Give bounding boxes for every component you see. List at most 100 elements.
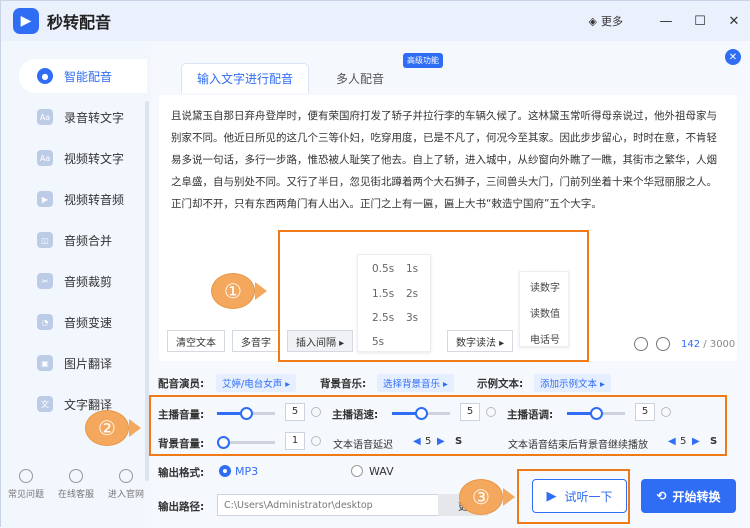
voice-label: 配音演员: [158,378,205,390]
sidebar-item-video-to-text[interactable]: Aa 视频转文字 [19,141,147,175]
sidebar-item-text-translate[interactable]: 文 文字翻译 [19,387,147,421]
text-translate-icon: 文 [37,396,53,412]
video-audio-icon: ▶ [37,191,53,207]
sidebar-item-label: 录音转文字 [64,110,125,125]
mic-icon: ● [37,68,53,84]
highlight-box-1 [278,230,589,362]
char-count: 142 [681,339,701,350]
volume-label: 主播音量: [158,409,205,421]
pitch-value[interactable]: 5 [635,403,655,421]
faq-link[interactable]: 常见问题 [8,469,44,500]
sidebar-item-label: 音频裁剪 [64,274,113,289]
format-mp3-label: MP3 [235,465,259,478]
bg-continue-decrement-icon[interactable]: ◀ [668,436,676,447]
step-marker-2: ② [85,410,129,446]
format-label: 输出格式: [158,467,205,479]
crop-icon: ✂ [37,273,53,289]
play-icon: ▶ [546,488,557,504]
speed-value[interactable]: 5 [460,403,480,421]
app-window: ▶ 秒转配音 ◈ 更多 — ☐ ✕ ● 智能配音 Aa 录音转文字 Aa 视频转… [0,0,750,528]
listen-label: 试听一下 [564,489,613,504]
redo-icon[interactable] [656,337,670,351]
pitch-slider[interactable] [567,407,625,420]
bgm-label: 背景音乐: [320,378,367,390]
maximize-icon[interactable]: ☐ [683,14,717,29]
listen-button[interactable]: ▶ 试听一下 [532,479,627,513]
pitch-reset-icon[interactable] [661,407,671,417]
sample-label: 示例文本: [477,378,524,390]
support-link[interactable]: 在线客服 [58,469,94,500]
website-label: 进入官网 [107,490,144,500]
bg-volume-label: 背景音量: [158,438,205,450]
sidebar-item-audio-merge[interactable]: ◫ 音频合并 [19,223,147,257]
merge-icon: ◫ [37,232,53,248]
start-convert-button[interactable]: ⟲ 开始转换 [641,479,736,513]
speed-label: 主播语速: [332,409,379,421]
bgm-select[interactable]: 选择背景音乐 ▸ [377,374,454,392]
step-marker-3: ③ [459,479,503,515]
more-menu[interactable]: ◈ 更多 [589,13,623,29]
sidebar-item-label: 音频变速 [64,315,113,330]
website-link[interactable]: 进入官网 [108,469,144,500]
question-icon [18,469,33,483]
path-label: 输出路径: [158,501,205,513]
editor-content[interactable]: 且说黛玉自那日弃舟登岸时，便有荣国府打发了轿子并拉行李的车辆久候了。这林黛玉常听… [171,105,727,215]
sidebar-item-smart-dub[interactable]: ● 智能配音 [19,59,147,93]
delay-increment-icon[interactable]: ▶ [437,436,445,447]
speed-slider[interactable] [392,407,450,420]
sidebar-item-audio-crop[interactable]: ✂ 音频裁剪 [19,264,147,298]
app-title: 秒转配音 [47,13,112,32]
bg-continue-unit: S [710,436,718,447]
tab-text-dub[interactable]: 输入文字进行配音 [181,63,310,93]
sample-select[interactable]: 添加示例文本 ▸ [534,374,611,392]
bg-continue-increment-icon[interactable]: ▶ [692,436,700,447]
format-wav-radio[interactable] [351,465,363,477]
undo-icon[interactable] [634,337,648,351]
step-marker-1: ① [211,273,255,309]
more-label: 更多 [601,15,623,28]
format-mp3-radio[interactable] [219,465,231,477]
voice-select[interactable]: 艾婷/电台女声 ▸ [216,374,296,392]
pitch-label: 主播语调: [507,409,554,421]
sidebar-item-image-translate[interactable]: ▣ 图片翻译 [19,346,147,380]
pro-badge: 高级功能 [403,53,443,68]
sidebar-item-label: 视频转音频 [64,192,125,207]
format-wav-label: WAV [369,465,394,478]
panel-close-icon[interactable]: ✕ [725,49,741,65]
minimize-icon[interactable]: — [649,14,683,29]
chat-icon [68,469,83,483]
convert-icon: ⟲ [656,489,667,503]
support-label: 在线客服 [57,490,94,500]
volume-reset-icon[interactable] [311,407,321,417]
bg-volume-slider[interactable] [216,436,275,449]
bg-volume-reset-icon[interactable] [311,436,321,446]
sidebar-item-video-to-audio[interactable]: ▶ 视频转音频 [19,182,147,216]
app-logo-icon: ▶ [13,8,39,34]
polyphone-button[interactable]: 多音字 [232,330,280,352]
volume-value[interactable]: 5 [285,403,305,421]
speed-reset-icon[interactable] [486,407,496,417]
sidebar-item-label: 音频合并 [64,233,113,248]
char-counter: 142 / 3000 [681,339,735,350]
sidebar-item-record-to-text[interactable]: Aa 录音转文字 [19,100,147,134]
sidebar: ● 智能配音 Aa 录音转文字 Aa 视频转文字 ▶ 视频转音频 ◫ 音频合并 … [1,41,151,528]
faq-label: 常见问题 [7,490,44,500]
char-max: / 3000 [703,339,736,350]
clear-text-button[interactable]: 清空文本 [167,330,225,352]
sidebar-item-audio-speed[interactable]: ◔ 音频变速 [19,305,147,339]
image-translate-icon: ▣ [37,355,53,371]
delay-decrement-icon[interactable]: ◀ [413,436,421,447]
bg-continue-value: 5 [680,436,687,447]
speed-icon: ◔ [37,314,53,330]
step-arrow-2 [129,419,141,437]
bg-volume-value[interactable]: 1 [285,432,305,450]
aa-icon: Aa [37,109,53,125]
delay-label: 文本语音延迟 [333,440,393,451]
tab-multi-dub[interactable]: 多人配音 [321,63,399,93]
tab-bar: 输入文字进行配音 多人配音 [181,63,399,93]
step-arrow-3 [503,488,515,506]
sidebar-item-label: 智能配音 [64,69,113,84]
video-text-icon: Aa [37,150,53,166]
volume-slider[interactable] [217,407,275,420]
close-icon[interactable]: ✕ [717,14,750,29]
